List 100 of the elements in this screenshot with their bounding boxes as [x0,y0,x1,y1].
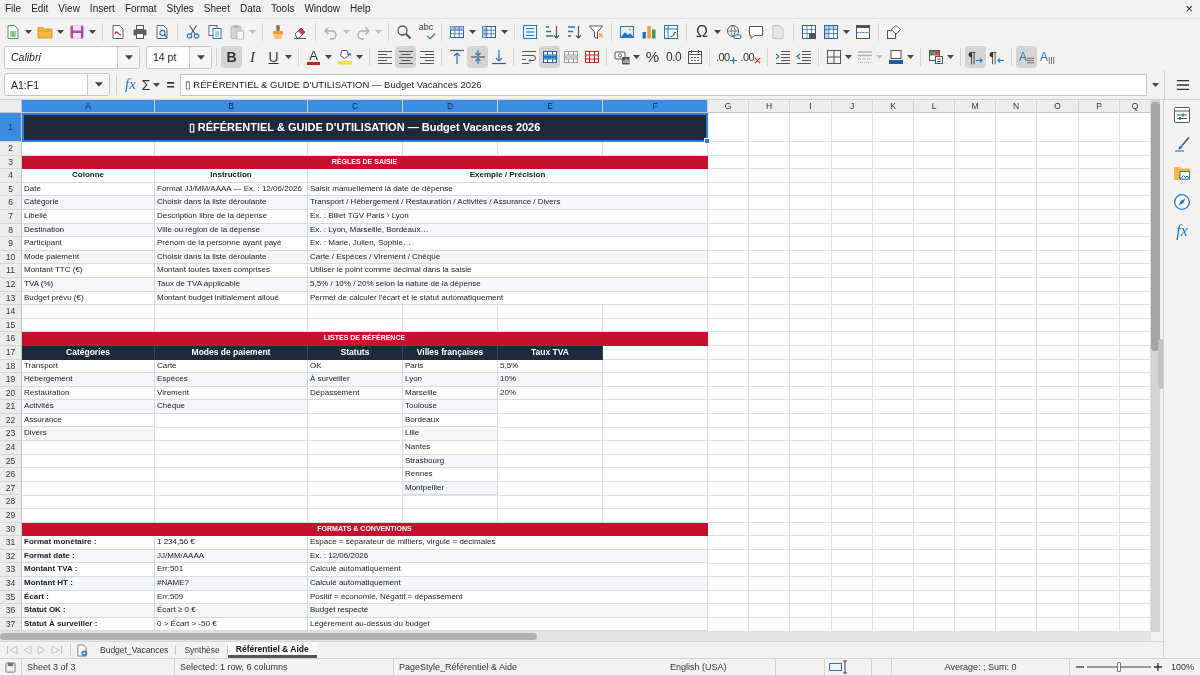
sum-button[interactable]: Σ [139,74,153,95]
horizontal-scrollbar[interactable] [0,632,1151,641]
paintbrush-icon[interactable] [1173,135,1191,153]
menu-icon[interactable] [1175,78,1190,91]
row-header[interactable]: 16 [0,332,22,346]
column-header[interactable]: D [403,100,498,113]
row-header[interactable]: 1 [0,113,22,142]
menu-item[interactable]: Sheet [198,0,235,18]
column-header[interactable]: J [832,100,873,113]
row-header[interactable]: 6 [0,196,22,210]
selection-mode-icon[interactable] [829,660,848,674]
column-header[interactable]: E [498,100,603,113]
percent-button[interactable]: % [642,46,663,68]
caret-icon[interactable] [89,29,96,34]
function-wizard-button[interactable]: fx [123,74,138,95]
scrollbar-thumb[interactable] [0,633,537,640]
column-header[interactable]: G [708,100,749,113]
menu-item[interactable]: Edit [26,0,54,18]
sidebar-handle[interactable] [1158,339,1163,389]
caret-icon[interactable] [325,55,332,59]
caret-icon[interactable] [633,55,640,59]
caret-icon[interactable] [843,29,850,34]
column-header[interactable]: K [873,100,914,113]
column-header[interactable]: H [749,100,790,113]
column-header[interactable]: O [1037,100,1079,113]
menu-item[interactable]: Help [345,0,376,18]
menu-item[interactable]: Tools [266,0,300,18]
column-header[interactable]: P [1079,100,1120,113]
column-header[interactable]: M [955,100,996,113]
number-button[interactable]: 0.0 [663,46,684,68]
image-folder-icon[interactable] [1173,164,1191,182]
column-header[interactable]: B [155,100,308,113]
dropdown-button[interactable] [87,74,109,95]
caret-icon[interactable] [947,55,954,59]
add-decimal-button[interactable]: .00 [714,46,739,68]
right-to-left-button[interactable]: ¶ [986,46,1007,68]
menu-item[interactable]: View [53,0,85,18]
caret-icon[interactable] [845,55,852,59]
align-center-button[interactable] [395,46,416,68]
text-top-to-bottom-button[interactable]: A [1037,46,1058,68]
properties-panel-icon[interactable] [1173,106,1191,124]
column-header[interactable]: I [790,100,832,113]
row-header[interactable]: 14 [0,305,22,319]
column-header[interactable]: C [308,100,403,113]
compass-icon[interactable] [1173,193,1191,211]
row-header[interactable]: 2 [0,142,22,156]
row-header[interactable]: 28 [0,495,22,510]
row-header[interactable]: 26 [0,468,22,482]
row-header[interactable]: 29 [0,509,22,523]
row-header[interactable]: 9 [0,237,22,251]
menu-item[interactable]: Window [299,0,345,18]
menu-item[interactable]: Insert [84,0,120,18]
row-header[interactable]: 36 [0,604,22,618]
formula-input[interactable]: ▯ RÉFÉRENTIEL & GUIDE D'UTILISATION — Budget Vacances 2026 [179,73,1147,96]
slider-thumb[interactable] [1117,662,1121,672]
caret-icon[interactable] [714,29,721,34]
caret-icon[interactable] [907,55,914,59]
caret-icon[interactable] [469,29,476,34]
caret-icon[interactable] [356,55,363,59]
menu-item[interactable]: Format [119,0,162,18]
row-header[interactable]: 34 [0,577,22,591]
column-header[interactable]: F [603,100,708,113]
row-header[interactable]: 19 [0,373,22,387]
dropdown-button[interactable] [117,46,139,68]
menu-item[interactable]: Data [234,0,267,18]
row-header[interactable]: 33 [0,563,22,577]
row-header[interactable]: 4 [0,169,22,183]
menu-item[interactable]: File [0,0,27,18]
row-header[interactable]: 23 [0,427,22,442]
font-color-button[interactable]: A [303,46,324,68]
special-character-button[interactable]: Ω [691,20,713,43]
row-header[interactable]: 21 [0,400,22,414]
bold-button[interactable]: B [221,46,242,68]
caret-icon[interactable] [285,55,292,59]
zoom-in-icon[interactable] [1154,663,1162,671]
sheet-tab[interactable]: Référentiel & Aide [227,642,317,658]
caret-icon[interactable] [25,29,32,34]
close-button[interactable]: × [1182,1,1196,17]
vertical-scrollbar[interactable] [1151,100,1160,632]
merge-center-button[interactable] [539,46,560,68]
fill-handle[interactable] [704,138,710,144]
row-header[interactable]: 24 [0,441,22,455]
functions-button[interactable]: fx [1175,222,1189,240]
formula-button[interactable]: = [164,74,177,95]
italic-button[interactable]: I [242,46,263,68]
underline-button[interactable]: U [263,46,284,68]
caret-icon[interactable] [1152,82,1159,87]
scrollbar-thumb[interactable] [1151,102,1160,351]
delete-decimal-button[interactable]: .00 [738,46,763,68]
caret-icon[interactable] [501,29,508,34]
font-size-field[interactable]: 14 pt [146,45,212,69]
dropdown-button[interactable] [189,46,211,68]
caret-icon[interactable] [153,82,161,87]
spelling-button[interactable]: abc [415,20,437,43]
name-box[interactable]: A1:F1 [4,73,110,96]
caret-icon[interactable] [57,29,64,34]
left-to-right-button[interactable]: ¶ [965,46,986,68]
document-plus-icon[interactable] [76,643,88,657]
column-header[interactable]: N [996,100,1037,113]
row-header[interactable]: 11 [0,264,22,278]
